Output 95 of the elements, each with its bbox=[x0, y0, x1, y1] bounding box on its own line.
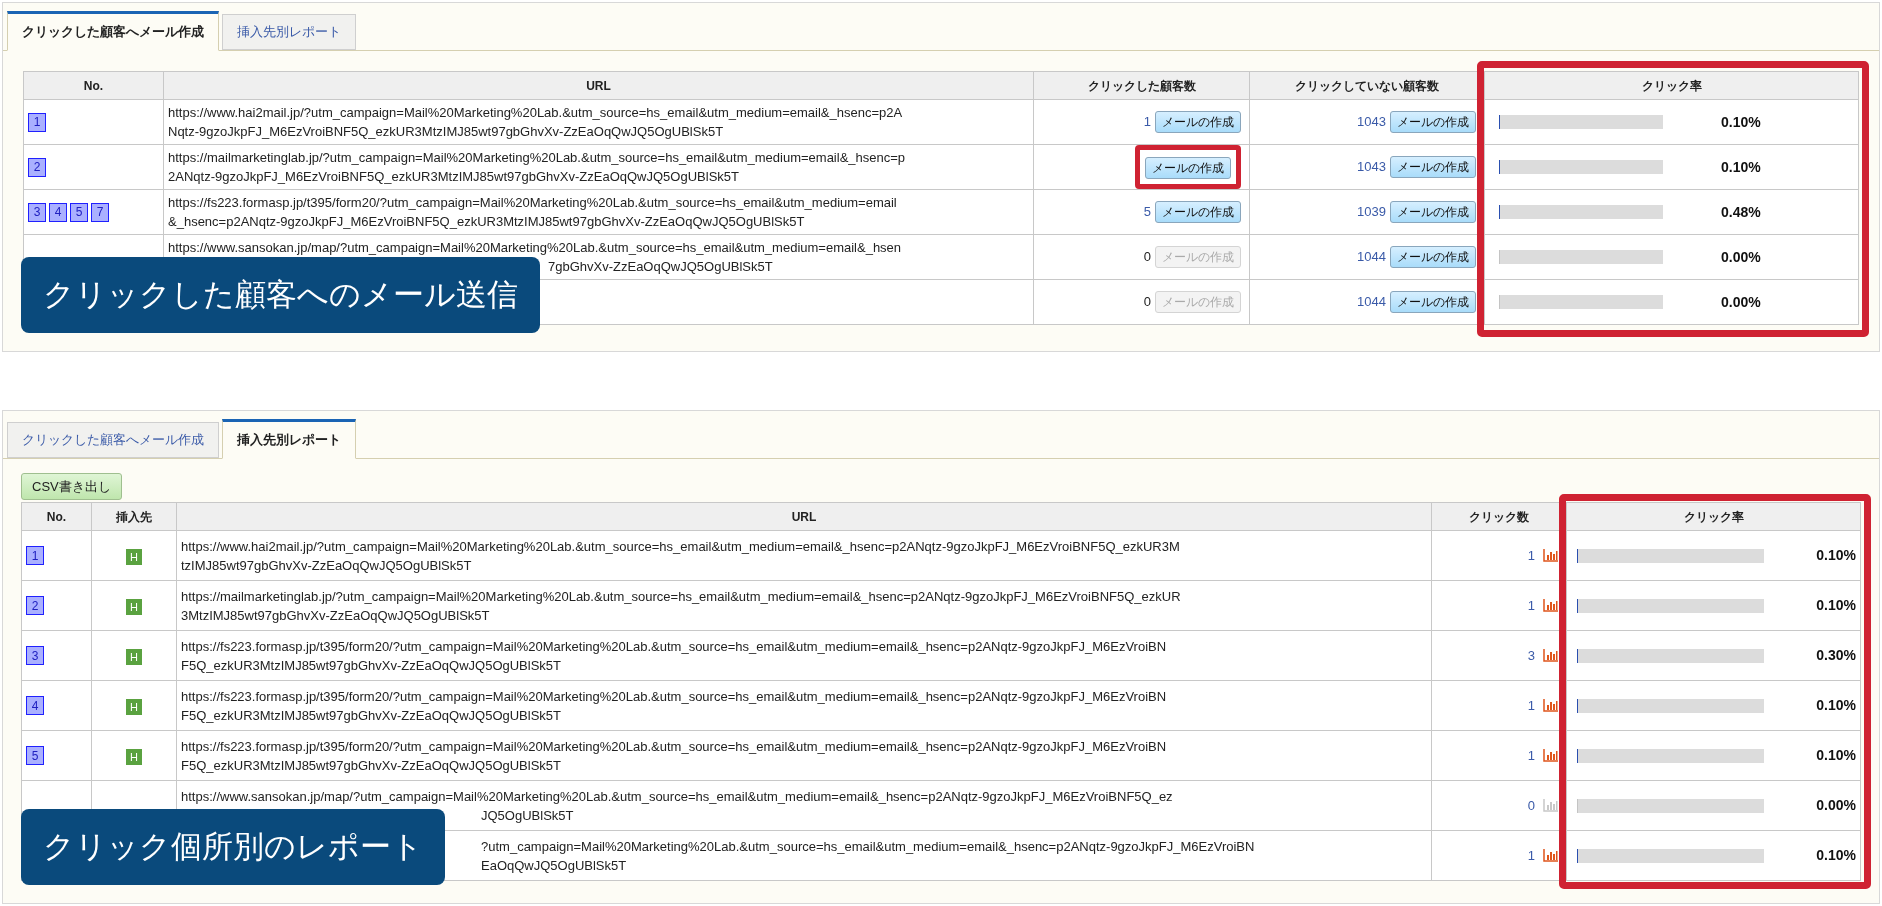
number-link[interactable]: 3 bbox=[26, 646, 44, 665]
count-link[interactable]: 1 bbox=[1527, 595, 1535, 616]
url-text: 2ANqtz-9gzoJkpFJ_M6EzVroiBNF5Q_ezkUR3MtzIMJ85wt97gbGhvXv-ZzEaOqQwJQ5OgUBlSk5T bbox=[168, 168, 739, 186]
number-link[interactable]: 2 bbox=[26, 596, 44, 615]
count-link[interactable]: 1 bbox=[1143, 112, 1151, 132]
count-link[interactable]: 1044 bbox=[1357, 247, 1386, 267]
compose-mail-button[interactable]: メールの作成 bbox=[1390, 246, 1476, 268]
rate-value: 0.00% bbox=[1721, 292, 1761, 312]
bar-chart-icon[interactable] bbox=[1543, 549, 1558, 562]
rate-value: 0.00% bbox=[1721, 247, 1761, 267]
count-link[interactable]: 1 bbox=[1527, 745, 1535, 766]
bar-chart-icon[interactable] bbox=[1543, 749, 1558, 762]
bar-chart-icon[interactable] bbox=[1543, 699, 1558, 712]
count-link[interactable]: 1043 bbox=[1357, 112, 1386, 132]
column-header: クリック数 bbox=[1431, 502, 1567, 531]
url-text: https://www.hai2mail.jp/?utm_campaign=Mail%20Marketing%20Lab.&utm_source=hs_email&utm_medium=email&_hsenc=p2ANqtz-9gzoJkpFJ_M6EzVroiBNF5Q_ezkUR3M bbox=[181, 537, 1180, 556]
compose-mail-button[interactable]: メールの作成 bbox=[1155, 111, 1241, 133]
url-text: &_hsenc=p2ANqtz-9gzoJkpFJ_M6EzVroiBNF5Q_ezkUR3MtzIMJ85wt97gbGhvXv-ZzEaOqQwJQ5OgUBlSk5T bbox=[168, 213, 805, 231]
compose-mail-button[interactable]: メールの作成 bbox=[1390, 291, 1476, 313]
rate-value: 0.30% bbox=[1816, 646, 1856, 665]
number-link[interactable]: 5 bbox=[26, 746, 44, 765]
url-text: Nqtz-9gzoJkpFJ_M6EzVroiBNF5Q_ezkUR3MtzIMJ85wt97gbGhvXv-ZzEaOqQwJQ5OgUBlSk5T bbox=[168, 123, 724, 141]
count-link[interactable]: 1043 bbox=[1357, 157, 1386, 177]
column-header: 挿入先 bbox=[91, 502, 177, 531]
compose-mail-button[interactable]: メールの作成 bbox=[1145, 157, 1231, 179]
insertion-badge: H bbox=[126, 748, 142, 765]
count-link[interactable]: 3 bbox=[1527, 645, 1535, 666]
rate-value: 0.10% bbox=[1816, 546, 1856, 565]
url-text: F5Q_ezkUR3MtzIMJ85wt97gbGhvXv-ZzEaOqQwJQ5OgUBlSk5T bbox=[181, 706, 561, 725]
column-header: URL bbox=[176, 502, 1432, 531]
caption-banner: クリック個所別のレポート bbox=[21, 809, 445, 885]
insertion-badge: H bbox=[126, 598, 142, 615]
compose-mail-button[interactable]: メールの作成 bbox=[1390, 201, 1476, 223]
tab[interactable]: 挿入先別レポート bbox=[222, 14, 356, 50]
count-link[interactable]: 0 bbox=[1527, 795, 1535, 816]
column-header: No. bbox=[21, 502, 92, 531]
number-link[interactable]: 3 bbox=[28, 202, 46, 222]
count-link[interactable]: 1 bbox=[1527, 845, 1535, 866]
url-text: https://mailmarketinglab.jp/?utm_campaign=Mail%20Marketing%20Lab.&utm_source=hs_email&utm_medium=email&_hsenc=p bbox=[168, 149, 906, 167]
tab[interactable]: クリックした顧客へメール作成 bbox=[7, 422, 219, 458]
rate-value: 0.10% bbox=[1816, 746, 1856, 765]
number-link[interactable]: 4 bbox=[49, 202, 67, 222]
column-header: URL bbox=[163, 71, 1034, 100]
number-link[interactable]: 2 bbox=[28, 157, 46, 177]
column-header: クリックした顧客数 bbox=[1033, 71, 1250, 100]
column-header: クリックしていない顧客数 bbox=[1249, 71, 1485, 100]
url-text: 3MtzIMJ85wt97gbGhvXv-ZzEaOqQwJQ5OgUBlSk5T bbox=[181, 606, 490, 625]
number-link[interactable]: 5 bbox=[70, 202, 88, 222]
rate-value: 0.48% bbox=[1721, 202, 1761, 222]
rate-value: 0.10% bbox=[1721, 112, 1761, 132]
column-header: No. bbox=[23, 71, 164, 100]
count-link[interactable]: 1044 bbox=[1357, 292, 1386, 312]
url-text: https://fs223.formasp.jp/t395/form20/?utm_campaign=Mail%20Marketing%20Lab.&utm_source=hs_email&utm_medium=email&_hsenc=p2ANqtz-9gzoJkpFJ_M6EzVroiBN bbox=[181, 637, 1167, 656]
compose-mail-button[interactable]: メールの作成 bbox=[1390, 111, 1476, 133]
csv-export-button[interactable]: CSV書き出し bbox=[21, 473, 122, 500]
bar-chart-icon[interactable] bbox=[1543, 649, 1558, 662]
url-text: ?utm_campaign=Mail%20Marketing%20Lab.&utm_source=hs_email&utm_medium=email&_hsenc=p2ANqtz-9gzoJkpFJ_M6EzVroiBN bbox=[481, 837, 1255, 856]
rate-value: 0.10% bbox=[1816, 596, 1856, 615]
count-link[interactable]: 1 bbox=[1527, 695, 1535, 716]
url-text: https://www.sansokan.jp/map/?utm_campaign=Mail%20Marketing%20Lab.&utm_source=hs_email&utm_medium=email&_hsenc=p2ANqtz-9gzoJkpFJ_M6EzVroiBNF5Q_ez bbox=[181, 787, 1173, 806]
url-text: JQ5OgUBlSk5T bbox=[481, 806, 574, 825]
url-text: https://fs223.formasp.jp/t395/form20/?utm_campaign=Mail%20Marketing%20Lab.&utm_source=hs_email&utm_medium=email bbox=[168, 194, 897, 212]
rate-value: 0.10% bbox=[1816, 696, 1856, 715]
insertion-badge: H bbox=[126, 548, 142, 565]
url-text: https://www.hai2mail.jp/?utm_campaign=Mail%20Marketing%20Lab.&utm_source=hs_email&utm_medium=email&_hsenc=p2A bbox=[168, 104, 903, 122]
number-link[interactable]: 1 bbox=[28, 112, 46, 132]
url-text: https://fs223.formasp.jp/t395/form20/?utm_campaign=Mail%20Marketing%20Lab.&utm_source=hs_email&utm_medium=email&_hsenc=p2ANqtz-9gzoJkpFJ_M6EzVroiBN bbox=[181, 737, 1167, 756]
count-link[interactable]: 5 bbox=[1143, 202, 1151, 222]
compose-mail-button[interactable]: メールの作成 bbox=[1155, 201, 1241, 223]
rate-value: 0.10% bbox=[1721, 157, 1761, 177]
count-link[interactable]: 1 bbox=[1527, 545, 1535, 566]
caption-banner: クリックした顧客へのメール送信 bbox=[21, 257, 540, 333]
column-header: クリック率 bbox=[1484, 71, 1859, 100]
tab[interactable]: 挿入先別レポート bbox=[222, 419, 356, 459]
insertion-badge: H bbox=[126, 648, 142, 665]
url-text: tzIMJ85wt97gbGhvXv-ZzEaOqQwJQ5OgUBlSk5T bbox=[181, 556, 472, 575]
bar-chart-icon[interactable] bbox=[1543, 849, 1558, 862]
url-text: 7gbGhvXv-ZzEaOqQwJQ5OgUBlSk5T bbox=[548, 258, 773, 276]
tab[interactable]: クリックした顧客へメール作成 bbox=[7, 11, 219, 51]
url-text: https://www.sansokan.jp/map/?utm_campaign=Mail%20Marketing%20Lab.&utm_source=hs_email&utm_medium=email&_hsen bbox=[168, 239, 902, 257]
insertion-badge: H bbox=[126, 698, 142, 715]
count-link[interactable]: 1039 bbox=[1357, 202, 1386, 222]
url-text: F5Q_ezkUR3MtzIMJ85wt97gbGhvXv-ZzEaOqQwJQ5OgUBlSk5T bbox=[181, 656, 561, 675]
column-header: クリック率 bbox=[1566, 502, 1861, 531]
rate-value: 0.10% bbox=[1816, 846, 1856, 865]
url-text: https://mailmarketinglab.jp/?utm_campaign=Mail%20Marketing%20Lab.&utm_source=hs_email&utm_medium=email&_hsenc=p2ANqtz-9gzoJkpFJ_M6EzVroiBNF5Q_ezkUR bbox=[181, 587, 1181, 606]
rate-value: 0.00% bbox=[1816, 796, 1856, 815]
number-link[interactable]: 4 bbox=[26, 696, 44, 715]
number-link[interactable]: 1 bbox=[26, 546, 44, 565]
bar-chart-icon[interactable] bbox=[1543, 599, 1558, 612]
url-text: EaOqQwJQ5OgUBlSk5T bbox=[481, 856, 627, 875]
compose-mail-button[interactable]: メールの作成 bbox=[1390, 156, 1476, 178]
number-link[interactable]: 7 bbox=[91, 202, 109, 222]
url-text: F5Q_ezkUR3MtzIMJ85wt97gbGhvXv-ZzEaOqQwJQ5OgUBlSk5T bbox=[181, 756, 561, 775]
url-text: https://fs223.formasp.jp/t395/form20/?utm_campaign=Mail%20Marketing%20Lab.&utm_source=hs_email&utm_medium=email&_hsenc=p2ANqtz-9gzoJkpFJ_M6EzVroiBN bbox=[181, 687, 1167, 706]
